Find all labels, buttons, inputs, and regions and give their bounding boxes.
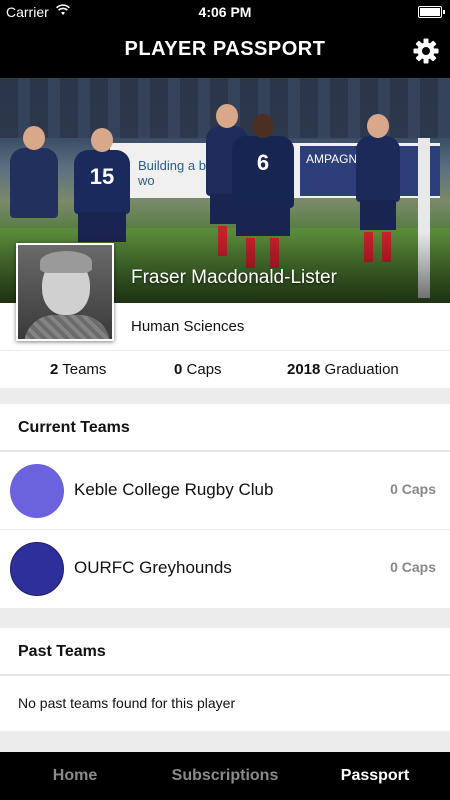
stat-graduation-label: Graduation bbox=[324, 361, 399, 378]
past-teams-section: Past Teams No past teams found for this … bbox=[0, 628, 450, 731]
stat-teams: 2 Teams bbox=[50, 361, 106, 378]
current-teams-section: Current Teams Keble College Rugby Club 0… bbox=[0, 404, 450, 608]
past-teams-heading: Past Teams bbox=[0, 628, 450, 676]
player-figure: 6 bbox=[232, 114, 294, 268]
stat-teams-label: Teams bbox=[62, 361, 107, 378]
tab-bar: Home Subscriptions Passport bbox=[0, 752, 450, 800]
player-figure bbox=[10, 126, 58, 218]
status-bar: Carrier 4:06 PM bbox=[0, 0, 450, 24]
team-caps: 0 Caps bbox=[390, 559, 436, 575]
nav-bar: PLAYER PASSPORT bbox=[0, 24, 450, 78]
player-figure: 15 bbox=[74, 128, 130, 242]
current-teams-heading: Current Teams bbox=[0, 404, 450, 452]
clock: 4:06 PM bbox=[198, 4, 252, 20]
avatar[interactable] bbox=[16, 243, 114, 341]
player-figure bbox=[356, 114, 400, 262]
stat-caps-value: 0 bbox=[174, 361, 183, 378]
stat-teams-value: 2 bbox=[50, 361, 59, 378]
player-name: Fraser Macdonald-Lister bbox=[131, 267, 337, 288]
page-title: PLAYER PASSPORT bbox=[124, 38, 326, 60]
battery-icon bbox=[418, 6, 445, 18]
app-screen: Carrier 4:06 PM PLAYER PASSPORT Building… bbox=[0, 0, 450, 800]
tab-passport[interactable]: Passport bbox=[300, 752, 450, 800]
empty-message: No past teams found for this player bbox=[18, 695, 236, 711]
stat-caps-label: Caps bbox=[186, 361, 222, 378]
team-badge bbox=[10, 542, 64, 596]
team-caps: 0 Caps bbox=[390, 481, 436, 497]
stat-caps: 0 Caps bbox=[174, 361, 222, 378]
gear-icon[interactable] bbox=[412, 37, 440, 65]
stat-graduation: 2018 Graduation bbox=[287, 361, 399, 378]
stats-row: 2 Teams 0 Caps 2018 Graduation bbox=[0, 350, 450, 388]
team-row[interactable]: Keble College Rugby Club 0 Caps bbox=[0, 452, 450, 530]
team-badge bbox=[10, 464, 64, 518]
team-name: Keble College Rugby Club bbox=[74, 480, 274, 499]
tab-subscriptions[interactable]: Subscriptions bbox=[150, 752, 300, 800]
team-name: OURFC Greyhounds bbox=[74, 558, 232, 577]
team-row[interactable]: OURFC Greyhounds 0 Caps bbox=[0, 530, 450, 608]
stat-graduation-value: 2018 bbox=[287, 361, 321, 378]
player-college: Human Sciences bbox=[131, 318, 245, 335]
tab-home[interactable]: Home bbox=[0, 752, 150, 800]
